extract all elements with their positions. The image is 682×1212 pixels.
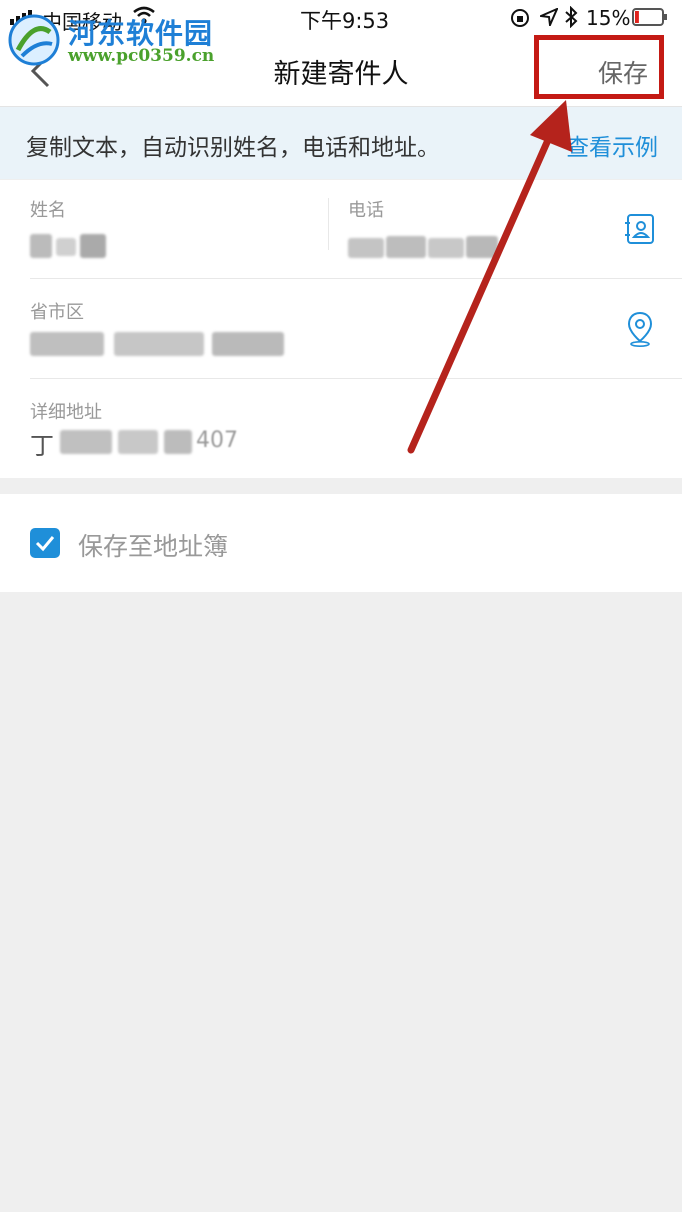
address-label: 详细地址 <box>30 402 102 423</box>
status-time: 下午9:53 <box>300 9 390 33</box>
phone-label: 电话 <box>348 200 384 221</box>
lock-rotation-icon <box>511 9 529 27</box>
phone-field[interactable] <box>348 234 500 260</box>
address-value-start: 丁 <box>30 432 54 460</box>
address-field[interactable]: 丁 407 <box>30 426 250 460</box>
view-example-link[interactable]: 查看示例 <box>566 128 658 162</box>
address-value-end: 407 <box>196 428 238 453</box>
contact-card-icon[interactable] <box>624 213 656 245</box>
location-arrow-icon <box>540 8 558 26</box>
row-divider <box>30 278 682 279</box>
watermark-url: www.pc0359.cn <box>68 46 215 66</box>
battery-icon <box>632 8 667 26</box>
check-icon <box>35 536 55 552</box>
row-divider <box>30 378 682 379</box>
region-label: 省市区 <box>30 302 84 323</box>
battery-percentage: 15% <box>586 6 631 30</box>
smart-paste-hint: 复制文本，自动识别姓名，电话和地址。 <box>26 135 440 161</box>
save-button-highlight-box <box>534 35 664 99</box>
region-field[interactable] <box>30 330 286 356</box>
field-divider <box>328 198 329 250</box>
save-to-address-book-label: 保存至地址簿 <box>78 532 229 561</box>
name-label: 姓名 <box>30 200 66 221</box>
watermark-logo <box>8 14 60 66</box>
location-pin-icon[interactable] <box>626 311 654 347</box>
name-field[interactable] <box>30 232 110 260</box>
save-to-address-book-checkbox[interactable] <box>30 528 60 558</box>
bluetooth-icon <box>565 6 578 28</box>
